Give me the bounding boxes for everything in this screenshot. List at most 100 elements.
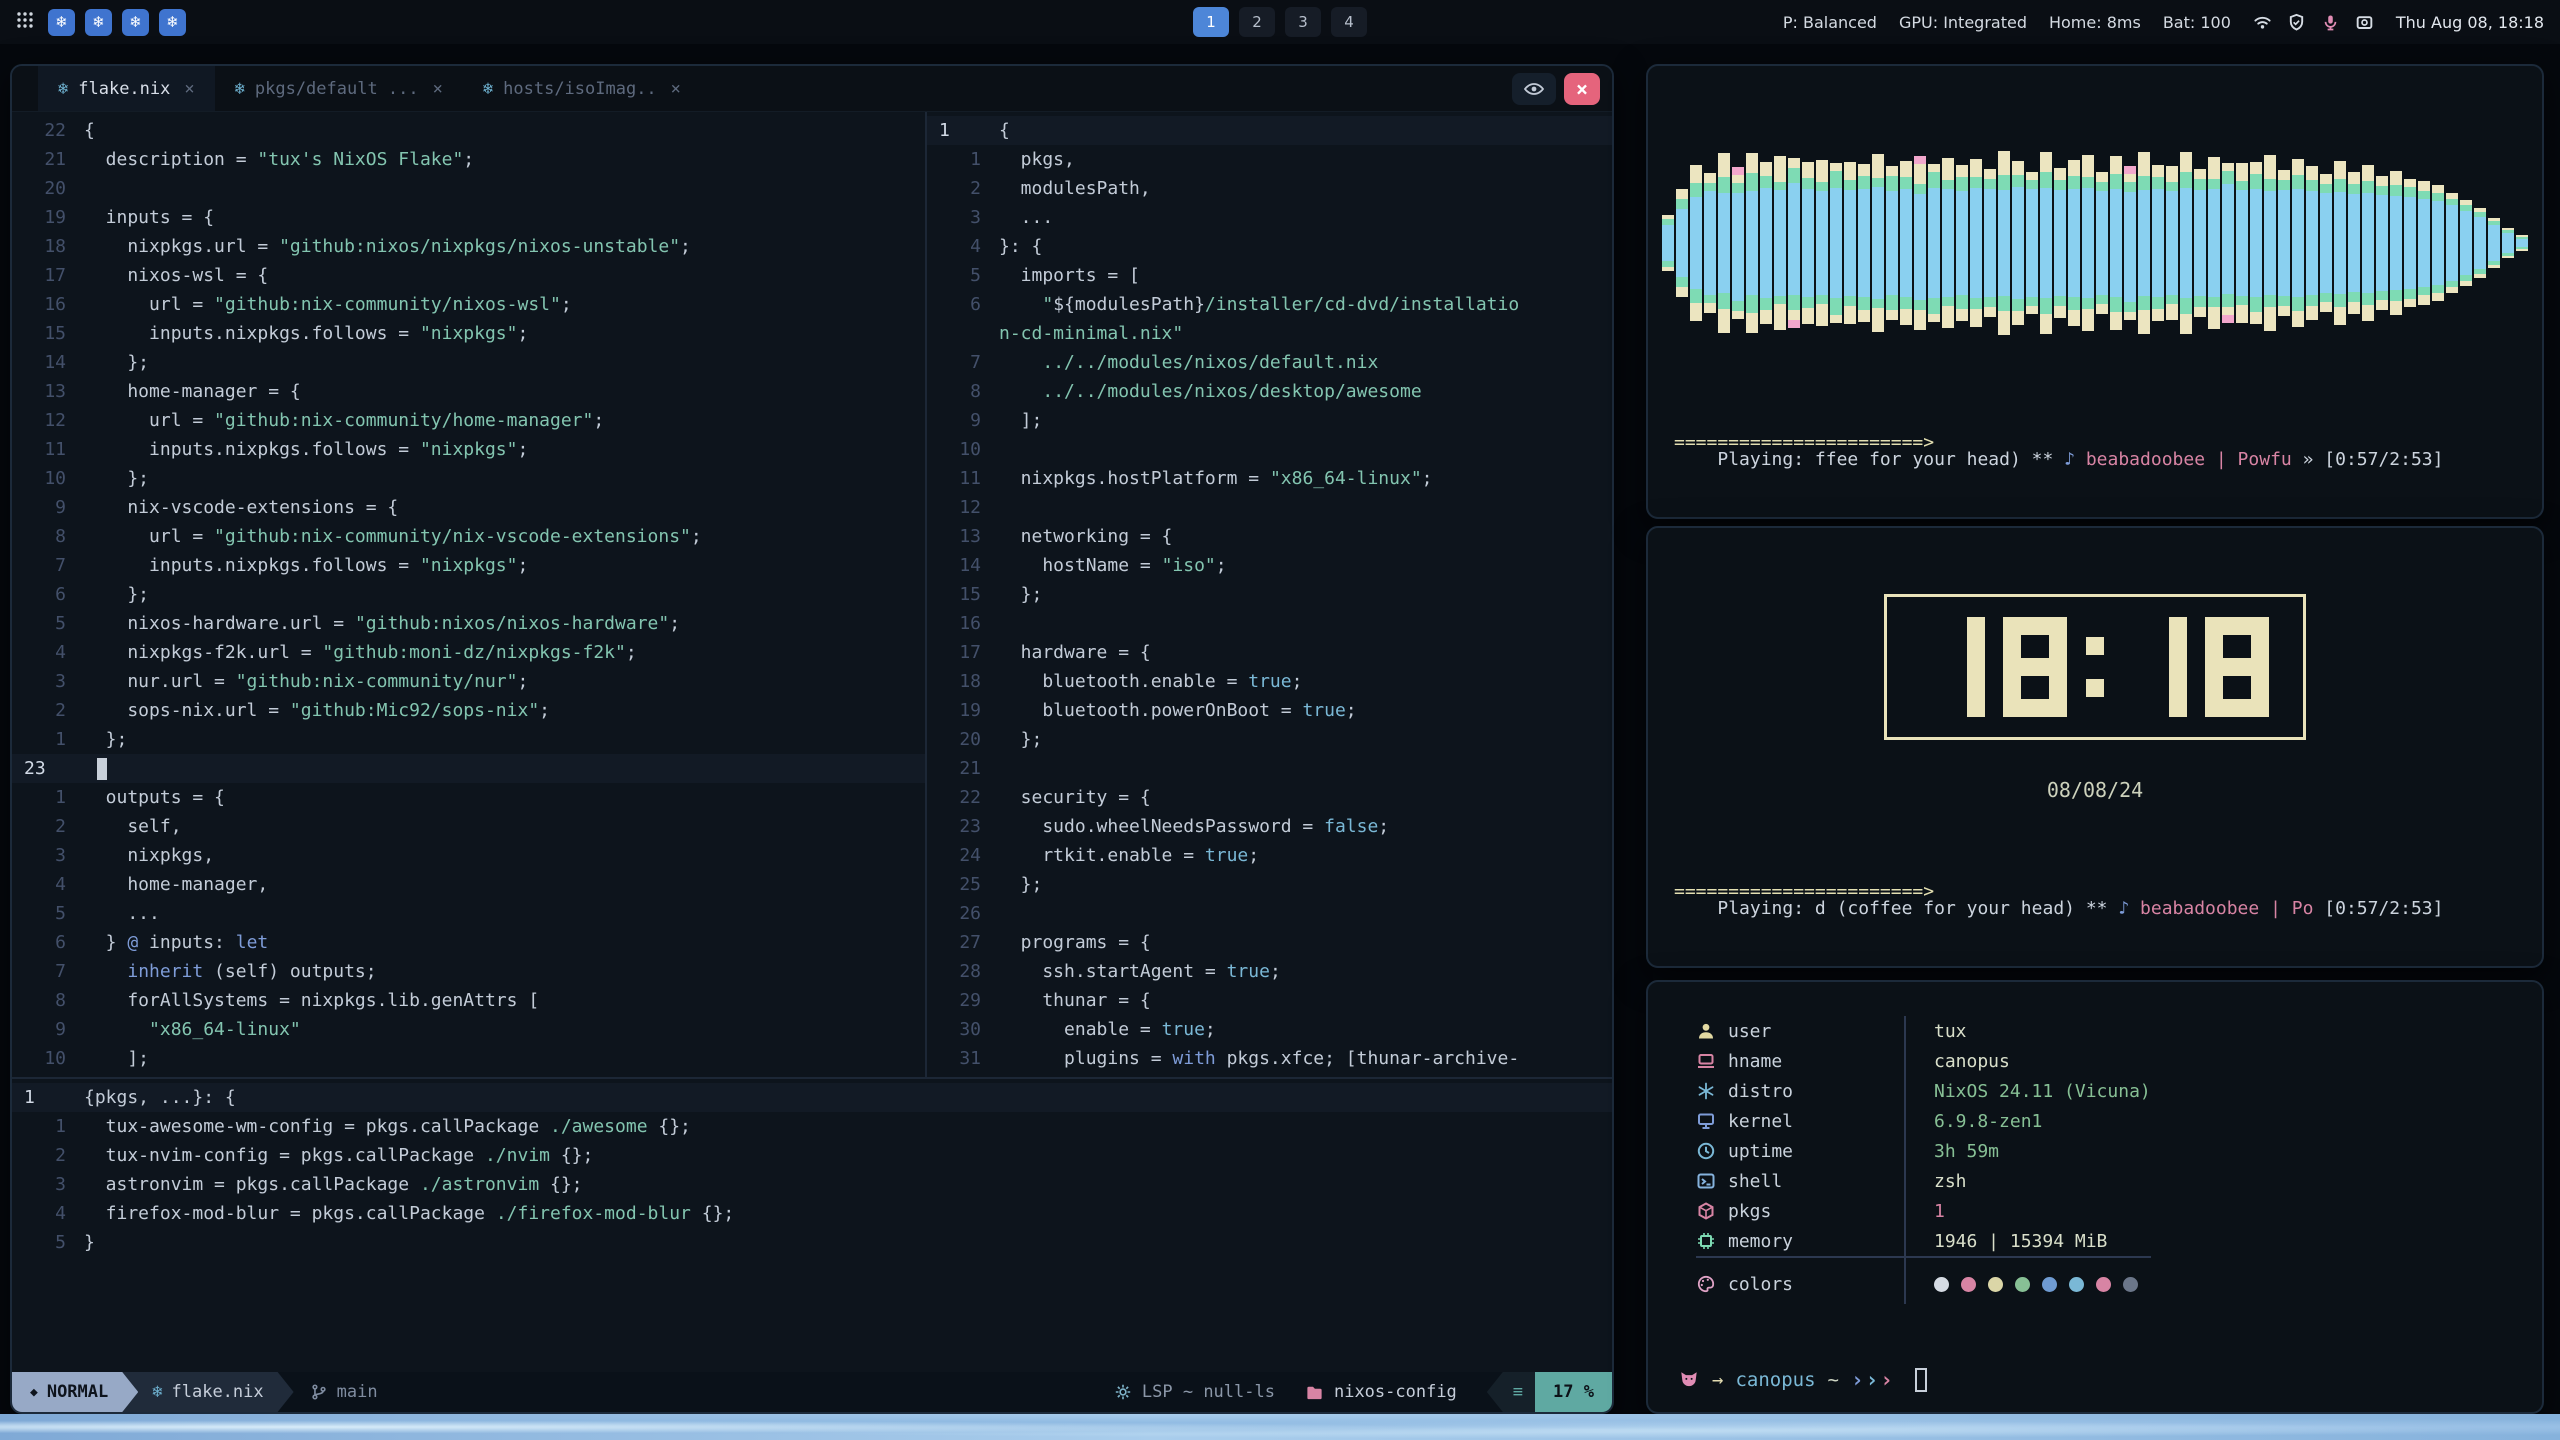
line-number: 3 <box>927 203 999 232</box>
line-number: 16 <box>12 290 84 319</box>
color-dot <box>2096 1277 2111 1292</box>
visualizer-bar <box>2348 172 2360 314</box>
code-line: 14 }; <box>12 348 925 377</box>
code-line: 14 hostName = "iso"; <box>927 551 1612 580</box>
code-text: n-cd-minimal.nix" <box>999 319 1183 348</box>
code-line: 3 nixpkgs, <box>12 841 925 870</box>
line-number: 9 <box>12 493 84 522</box>
code-line: 1 }; <box>12 725 925 754</box>
editor-tab[interactable]: ❄pkgs/default ...× <box>215 66 463 111</box>
code-line: 23 sudo.wheelNeedsPassword = false; <box>927 812 1612 841</box>
visualizer-bar <box>1914 156 1926 330</box>
code-text: outputs = { <box>84 783 225 812</box>
code-text: imports = [ <box>999 261 1140 290</box>
editor-tab[interactable]: ❄hosts/isoImag..× <box>463 66 701 111</box>
prompt-path: ~ <box>1828 1369 1839 1391</box>
code-line: 9 "x86_64-linux" <box>12 1015 925 1044</box>
visualizer-bar <box>2432 185 2444 301</box>
eye-toggle-button[interactable] <box>1512 73 1556 105</box>
line-number: 3 <box>12 1170 84 1199</box>
code-line: 9 nix-vscode-extensions = { <box>12 493 925 522</box>
prompt-host: canopus <box>1735 1369 1815 1391</box>
line-number: 9 <box>12 1015 84 1044</box>
tag-button[interactable]: 2 <box>1239 7 1275 37</box>
tag-button[interactable]: 4 <box>1331 7 1367 37</box>
visualizer-bar <box>1970 159 1982 327</box>
pane-bottom[interactable]: 1{pkgs, ...}: {1 tux-awesome-wm-config =… <box>12 1079 1612 1370</box>
prompt-chevron-icon: › <box>1866 1368 1879 1392</box>
line-number: 8 <box>927 377 999 406</box>
lsp-status: LSP ~ null-ls <box>1114 1382 1275 1402</box>
launcher-grid-icon[interactable] <box>16 11 34 33</box>
visualizer-bar <box>2502 228 2514 258</box>
clock-digit <box>2123 617 2187 717</box>
mic-icon[interactable] <box>2321 13 2340 32</box>
wifi-icon[interactable] <box>2253 13 2272 32</box>
visualizer-bar <box>1704 173 1716 313</box>
fetch-value: 3h 59m <box>1906 1136 2151 1166</box>
color-dot <box>2042 1277 2057 1292</box>
code-line: plugin thunar-volman]; <box>927 1073 1612 1077</box>
prompt-chevron-icon: › <box>1851 1368 1864 1392</box>
window-close-button[interactable]: × <box>1564 73 1600 105</box>
code-line: 22{ <box>12 116 925 145</box>
visualizer-bar <box>2250 162 2262 324</box>
status-chip: GPU: Integrated <box>1899 13 2027 32</box>
code-line: 2 modulesPath, <box>927 174 1612 203</box>
tab-close-icon[interactable]: × <box>671 79 681 99</box>
line-number: 11 <box>12 435 84 464</box>
line-number: 9 <box>927 406 999 435</box>
tab-close-icon[interactable]: × <box>184 79 194 99</box>
visualizer-bar <box>1872 154 1884 332</box>
code-line: 21 <box>927 754 1612 783</box>
visualizer-bar <box>1984 169 1996 317</box>
editor-tab[interactable]: ❄flake.nix× <box>38 66 215 111</box>
terminal-color-dots <box>1934 1277 2138 1292</box>
code-text: ../../modules/nixos/default.nix <box>999 348 1378 377</box>
code-line: 27 programs = { <box>927 928 1612 957</box>
line-number: 1 <box>12 725 84 754</box>
code-line: 11 username = "tux"; <box>12 1073 925 1077</box>
now-playing: Playing: ffee for your head) ** ♪ beabad… <box>1674 428 2516 491</box>
code-text: }; <box>999 580 1042 609</box>
code-line: 24 rtkit.enable = true; <box>927 841 1612 870</box>
fetch-row-label: shell <box>1696 1166 1906 1196</box>
visualizer-bar <box>2110 156 2122 330</box>
code-text: }; <box>999 725 1042 754</box>
nix-file-icon: ❄ <box>58 79 68 99</box>
nix-file-icon: ❄ <box>483 79 493 99</box>
visualizer-bar <box>1732 167 1744 319</box>
pane-right[interactable]: 1{1 pkgs,2 modulesPath,3 ...4}: {5 impor… <box>927 112 1612 1077</box>
line-number: 12 <box>12 406 84 435</box>
visualizer-bar <box>2334 161 2346 325</box>
screenshot-icon[interactable] <box>2355 13 2374 32</box>
cava-visualizer <box>1668 94 2522 392</box>
code-text: programs = { <box>999 928 1151 957</box>
artist-name: beabadoobee | Po <box>2129 898 2324 919</box>
taglist: 1234 <box>1193 7 1367 37</box>
tab-close-icon[interactable]: × <box>433 79 443 99</box>
app-icon[interactable]: ❄ <box>122 9 149 36</box>
fetch-row-label: user <box>1696 1016 1906 1046</box>
shell-prompt[interactable]: → canopus ~ ››› <box>1678 1368 1927 1392</box>
project: nixos-config <box>1305 1382 1457 1402</box>
datetime[interactable]: Thu Aug 08, 18:18 <box>2396 13 2544 32</box>
tag-button[interactable]: 3 <box>1285 7 1321 37</box>
tag-button[interactable]: 1 <box>1193 7 1229 37</box>
app-icon[interactable]: ❄ <box>159 9 186 36</box>
clock-digit <box>1921 617 1985 717</box>
pane-left[interactable]: 22{21 description = "tux's NixOS Flake";… <box>12 112 925 1077</box>
color-dot <box>2015 1277 2030 1292</box>
shield-icon[interactable] <box>2287 13 2306 32</box>
fetch-row-label: colors <box>1696 1256 1906 1304</box>
visualizer-bar <box>1900 161 1912 325</box>
line-number: 10 <box>12 1044 84 1073</box>
app-icon[interactable]: ❄ <box>48 9 75 36</box>
code-text: modulesPath, <box>999 174 1151 203</box>
app-icon[interactable]: ❄ <box>85 9 112 36</box>
visualizer-bar <box>1802 162 1814 324</box>
visualizer-bar <box>1774 156 1786 330</box>
code-line: 7 inputs.nixpkgs.follows = "nixpkgs"; <box>12 551 925 580</box>
code-text: inputs.nixpkgs.follows = "nixpkgs"; <box>84 551 528 580</box>
visualizer-bar <box>2040 152 2052 334</box>
